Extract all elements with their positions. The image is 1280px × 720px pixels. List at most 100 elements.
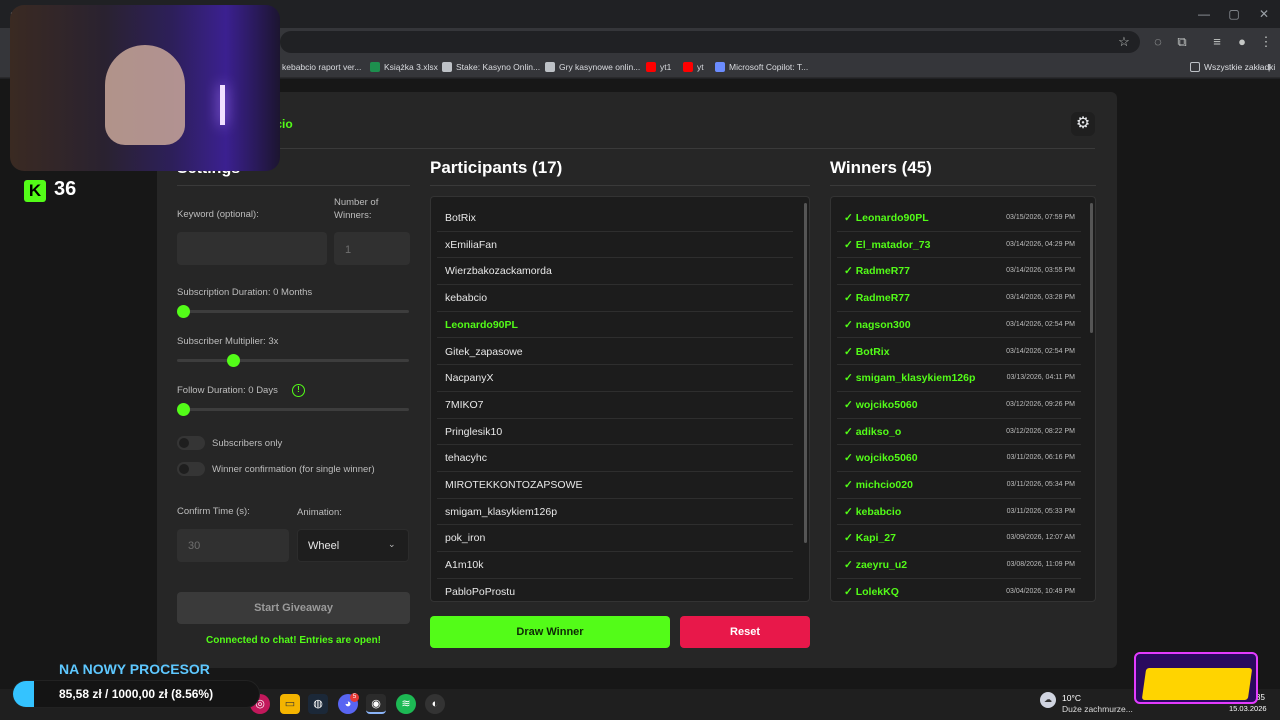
profile-avatar-icon[interactable]: ● — [1232, 32, 1252, 52]
keyword-input[interactable] — [177, 232, 327, 265]
winner-name: ✓ adikso_o — [844, 425, 902, 438]
winner-date: 03/09/2026, 12:07 AM — [1006, 534, 1076, 542]
start-giveaway-button[interactable]: Start Giveaway — [177, 592, 410, 624]
bookmark-item[interactable]: Stake: Kasyno Onlin... — [442, 58, 540, 76]
kebab-menu-icon[interactable]: ⋮ — [1256, 32, 1276, 52]
promo-banner — [1134, 652, 1258, 704]
draw-winner-button[interactable]: Draw Winner — [430, 616, 670, 648]
winner-row[interactable]: ✓ BotRix 03/14/2026, 02:54 PM — [837, 339, 1081, 366]
winner-date: 03/04/2026, 10:49 PM — [1006, 587, 1075, 595]
bookmark-item[interactable]: yt — [683, 58, 704, 76]
lamp-light — [220, 85, 225, 125]
bookmark-item[interactable]: Gry kasynowe onlin... — [545, 58, 640, 76]
maximize-icon[interactable]: ▢ — [1224, 4, 1244, 24]
winner-row[interactable]: ✓ kebabcio 03/11/2026, 05:33 PM — [837, 499, 1081, 526]
participant-row[interactable]: kebabcio — [437, 285, 793, 312]
steam-icon[interactable]: ◍ — [308, 694, 328, 714]
participant-row[interactable]: pok_iron — [437, 525, 793, 553]
winner-row[interactable]: ✓ wojciko5060 03/11/2026, 06:16 PM — [837, 445, 1081, 472]
winner-row[interactable]: ✓ wojciko5060 03/12/2026, 09:26 PM — [837, 392, 1081, 419]
bookmarks-overflow-icon[interactable]: | — [1268, 58, 1270, 76]
confirm-time-label: Confirm Time (s): — [177, 506, 250, 517]
spotify-icon[interactable]: ≋ — [396, 694, 416, 714]
webcam-feed — [10, 5, 280, 171]
winner-row[interactable]: ✓ smigam_klasykiem126p 03/13/2026, 04:11 … — [837, 365, 1081, 392]
participant-row[interactable]: 7MIKO7 — [437, 392, 793, 419]
participant-row[interactable]: PabloPoProstu — [437, 579, 793, 601]
reset-button[interactable]: Reset — [680, 616, 810, 648]
winner-name: ✓ wojciko5060 — [844, 452, 918, 465]
goal-title: NA NOWY PROCESOR — [59, 661, 210, 677]
chevron-down-icon: ⌄ — [388, 539, 396, 549]
winner-name: ✓ RadmeR77 — [844, 265, 910, 278]
winner-name: ✓ smigam_klasykiem126p — [844, 372, 976, 385]
participant-row[interactable]: Leonardo90PL — [437, 312, 793, 339]
winner-row[interactable]: ✓ Kapi_27 03/09/2026, 12:07 AM — [837, 525, 1081, 553]
winner-row[interactable]: ✓ RadmeR77 03/14/2026, 03:28 PM — [837, 285, 1081, 312]
bookmark-item[interactable]: kebabcio raport ver... — [268, 58, 361, 76]
settings-divider — [177, 185, 410, 186]
participants-list: BotRix xEmiliaFan Wierzbakozackamorda kebab… — [430, 196, 810, 602]
participant-row[interactable]: NacpanyX — [437, 365, 793, 392]
winner-row[interactable]: ✓ adikso_o 03/12/2026, 08:22 PM — [837, 419, 1081, 446]
sub-duration-label: Subscription Duration: 0 Months — [177, 287, 313, 298]
participants-scrollbar[interactable] — [804, 203, 807, 543]
subscribers-only-toggle[interactable] — [177, 436, 205, 450]
extension-icon[interactable]: ◌ — [1148, 32, 1168, 52]
close-icon[interactable]: ✕ — [1254, 4, 1274, 24]
winner-date: 03/11/2026, 05:33 PM — [1006, 507, 1075, 515]
bookmark-item[interactable]: Książka 3.xlsx — [370, 58, 438, 76]
winners-input[interactable]: 1 — [334, 232, 410, 265]
animation-value: Wheel — [308, 540, 340, 552]
bookmark-item[interactable]: yt1 — [646, 58, 671, 76]
winner-row[interactable]: ✓ nagson300 03/14/2026, 02:54 PM — [837, 312, 1081, 339]
star-icon[interactable]: ☆ — [1114, 32, 1134, 52]
gear-icon[interactable]: ⚙ — [1071, 112, 1095, 136]
winner-confirmation-toggle[interactable] — [177, 462, 205, 476]
kick-viewer-badge: K 36 — [24, 178, 104, 206]
file-explorer-icon[interactable]: ▭ — [280, 694, 300, 714]
winner-row[interactable]: ✓ LolekKQ 03/04/2026, 10:49 PM — [837, 579, 1081, 601]
sub-multiplier-track[interactable] — [177, 359, 409, 362]
participant-row[interactable]: xEmiliaFan — [437, 232, 793, 259]
participant-row[interactable]: MIROTEKKONTOZAPSOWE — [437, 472, 793, 499]
confirm-time-input[interactable]: 30 — [177, 529, 289, 562]
winner-row[interactable]: ✓ El_matador_73 03/14/2026, 04:29 PM — [837, 232, 1081, 259]
participant-row[interactable]: smigam_klasykiem126p — [437, 499, 793, 526]
sub-duration-slider[interactable] — [177, 305, 190, 318]
winner-row[interactable]: ✓ zaeyru_u2 03/08/2026, 11:09 PM — [837, 552, 1081, 579]
puzzle-icon[interactable]: ⧉ — [1172, 32, 1192, 52]
info-icon[interactable]: ! — [292, 384, 305, 397]
participant-row[interactable]: tehacyhc — [437, 445, 793, 472]
participant-row[interactable]: Pringlesik10 — [437, 419, 793, 446]
app-icon-2[interactable]: ◐ — [425, 694, 445, 714]
weather-icon[interactable]: ☁ — [1040, 692, 1056, 708]
media-icon[interactable]: ≡ — [1207, 32, 1227, 52]
winner-row[interactable]: ✓ Leonardo90PL 03/15/2026, 07:59 PM — [837, 205, 1081, 232]
winner-name: ✓ RadmeR77 — [844, 292, 910, 305]
chrome-icon[interactable]: ◉ — [366, 694, 386, 714]
winner-date: 03/14/2026, 04:29 PM — [1006, 240, 1075, 248]
winners-title: Winners (45) — [830, 158, 932, 177]
bookmark-item[interactable]: Microsoft Copilot: T... — [715, 58, 808, 76]
winner-date: 03/11/2026, 06:16 PM — [1006, 454, 1075, 462]
sub-duration-track[interactable] — [177, 310, 409, 313]
participant-row[interactable]: Gitek_zapasowe — [437, 339, 793, 366]
winners-scrollbar[interactable] — [1090, 203, 1093, 333]
winner-date: 03/14/2026, 03:55 PM — [1006, 267, 1075, 275]
bookmark-label: Książka 3.xlsx — [384, 62, 438, 72]
participant-row[interactable]: A1m10k — [437, 552, 793, 579]
streamer-face — [105, 45, 185, 145]
all-bookmarks-link[interactable]: Wszystkie zakładki — [1190, 58, 1275, 76]
folder-icon — [1190, 62, 1200, 72]
follow-duration-slider[interactable] — [177, 403, 190, 416]
sub-multiplier-label: Subscriber Multiplier: 3x — [177, 336, 279, 347]
participant-row[interactable]: Wierzbakozackamorda — [437, 258, 793, 286]
winner-name: ✓ BotRix — [844, 345, 890, 358]
participant-row[interactable]: BotRix — [437, 205, 793, 232]
follow-duration-track[interactable] — [177, 408, 409, 411]
minimize-icon[interactable]: — — [1194, 4, 1214, 24]
winner-row[interactable]: ✓ RadmeR77 03/14/2026, 03:55 PM — [837, 258, 1081, 286]
address-bar[interactable] — [280, 31, 1140, 53]
winner-row[interactable]: ✓ michcio020 03/11/2026, 05:34 PM — [837, 472, 1081, 499]
